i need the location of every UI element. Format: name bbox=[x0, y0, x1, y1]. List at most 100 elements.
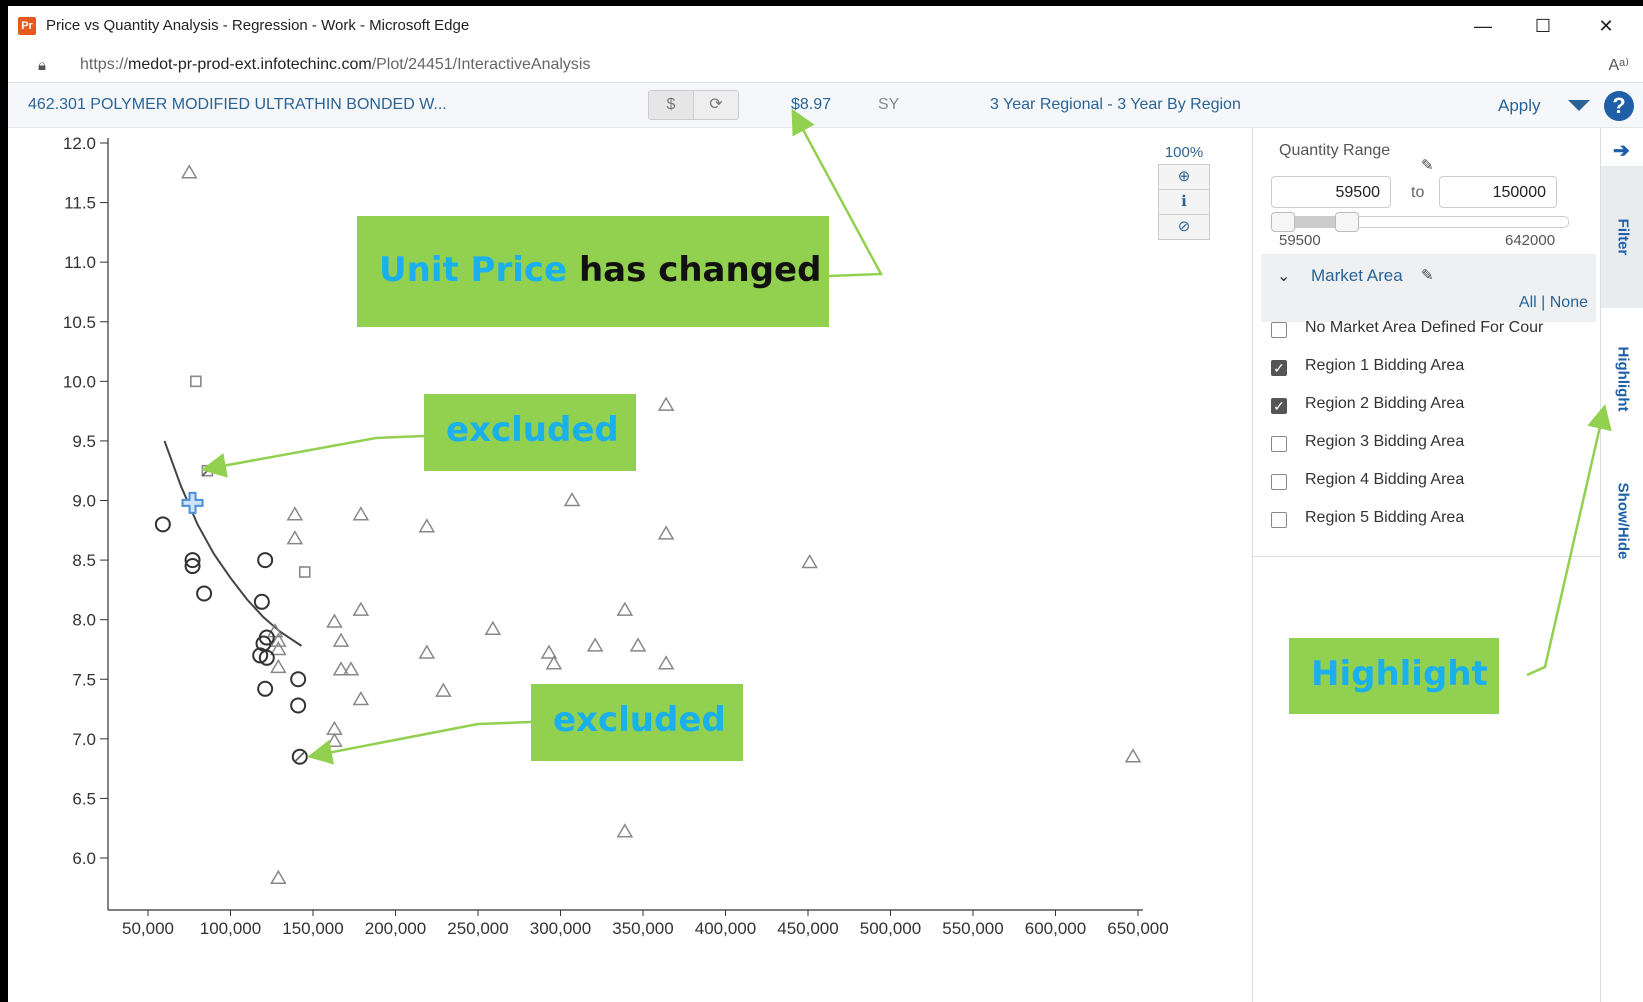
item-title[interactable]: 462.301 POLYMER MODIFIED ULTRATHIN BONDE… bbox=[28, 96, 447, 114]
quantity-min-input[interactable]: 59500 bbox=[1271, 176, 1391, 208]
excluded-callout-2: excluded bbox=[531, 684, 743, 761]
tab-filter[interactable]: Filter bbox=[1601, 166, 1643, 308]
data-point-triangle[interactable] bbox=[586, 637, 604, 652]
highlight-callout: Highlight bbox=[1289, 638, 1499, 714]
dollar-button[interactable]: $ bbox=[649, 91, 693, 119]
tab-highlight[interactable]: Highlight bbox=[1601, 308, 1643, 450]
data-point-triangle[interactable] bbox=[332, 632, 350, 647]
data-point-triangle[interactable] bbox=[435, 682, 452, 697]
info-icon[interactable]: ℹ bbox=[1158, 189, 1210, 215]
market-area-header[interactable]: ⌄ Market Area ✎ All | None bbox=[1261, 254, 1596, 322]
reset-zoom-icon[interactable]: ⊘ bbox=[1158, 214, 1210, 240]
data-point-triangle[interactable] bbox=[326, 732, 343, 747]
lock-icon[interactable]: 🔒︎ bbox=[38, 57, 46, 74]
data-point-triangle[interactable] bbox=[563, 492, 581, 507]
data-point-triangle[interactable] bbox=[657, 525, 675, 540]
slider-max-handle[interactable] bbox=[1334, 212, 1359, 232]
data-point-circle[interactable] bbox=[257, 552, 274, 569]
url-text[interactable]: https://medot-pr-prod-ext.infotechinc.co… bbox=[80, 56, 590, 74]
market-area-item[interactable]: Region 5 Bidding Area bbox=[1271, 508, 1591, 532]
data-point-triangle[interactable] bbox=[270, 869, 287, 885]
data-point-triangle[interactable] bbox=[326, 613, 343, 628]
x-tick-label: 350,000 bbox=[612, 919, 673, 938]
checkbox[interactable]: ✓ bbox=[1271, 360, 1287, 376]
data-point-triangle[interactable] bbox=[180, 164, 198, 179]
quantity-max-input[interactable]: 150000 bbox=[1439, 176, 1557, 208]
tab-show-hide[interactable]: Show/Hide bbox=[1601, 450, 1643, 592]
data-point-triangle[interactable] bbox=[286, 506, 304, 521]
data-point-triangle[interactable] bbox=[352, 506, 370, 521]
data-point-triangle[interactable] bbox=[801, 553, 818, 569]
market-area-item[interactable]: No Market Area Defined For Cour bbox=[1271, 318, 1591, 342]
data-point-triangle[interactable] bbox=[629, 637, 647, 652]
app-icon: Pr bbox=[18, 17, 36, 35]
data-point-triangle[interactable] bbox=[616, 601, 634, 616]
minimize-button[interactable]: — bbox=[1463, 12, 1503, 40]
data-point-square[interactable] bbox=[298, 566, 311, 578]
market-area-label: Region 3 Bidding Area bbox=[1305, 433, 1465, 450]
callout-text-unit-price: Unit Price bbox=[379, 250, 568, 290]
data-point-circle[interactable] bbox=[196, 585, 213, 602]
checkbox[interactable] bbox=[1271, 474, 1287, 490]
y-tick-label: 6.5 bbox=[72, 789, 96, 808]
data-point-triangle[interactable] bbox=[484, 620, 502, 635]
read-aloud-icon[interactable]: Aᵃ⁾ bbox=[1608, 55, 1629, 75]
pencil-icon[interactable]: ✎ bbox=[1421, 266, 1434, 284]
data-point-triangle[interactable] bbox=[657, 655, 675, 670]
market-area-item[interactable]: Region 3 Bidding Area bbox=[1271, 432, 1591, 456]
all-none-links[interactable]: All | None bbox=[1519, 294, 1588, 312]
market-area-item[interactable]: Region 4 Bidding Area bbox=[1271, 470, 1591, 494]
data-point-triangle[interactable] bbox=[352, 691, 370, 706]
excluded-mark[interactable] bbox=[201, 465, 213, 477]
slider-min-label: 59500 bbox=[1279, 232, 1321, 249]
zoom-in-icon[interactable]: ⊕ bbox=[1158, 164, 1210, 190]
data-point-triangle[interactable] bbox=[286, 530, 304, 545]
x-tick-label: 200,000 bbox=[365, 919, 426, 938]
help-icon[interactable]: ? bbox=[1604, 91, 1634, 121]
tab-filter-label: Filter bbox=[1614, 218, 1631, 256]
data-point-triangle[interactable] bbox=[1124, 748, 1142, 763]
market-area-item[interactable]: ✓ Region 2 Bidding Area bbox=[1271, 394, 1591, 418]
y-tick-label: 8.5 bbox=[72, 551, 96, 570]
data-point-triangle[interactable] bbox=[616, 823, 634, 838]
data-point-circle[interactable] bbox=[290, 671, 307, 688]
x-tick-label: 100,000 bbox=[200, 919, 261, 938]
data-point-circle[interactable] bbox=[257, 680, 274, 697]
app-toolbar: 462.301 POLYMER MODIFIED ULTRATHIN BONDE… bbox=[8, 83, 1643, 128]
data-point-square[interactable] bbox=[190, 375, 202, 388]
close-button[interactable]: ✕ bbox=[1586, 12, 1626, 40]
address-bar[interactable]: 🔒︎ https://medot-pr-prod-ext.infotechinc… bbox=[8, 46, 1643, 83]
checkbox[interactable] bbox=[1271, 436, 1287, 452]
y-tick-label: 9.5 bbox=[72, 432, 96, 451]
apply-button[interactable]: Apply bbox=[1498, 96, 1541, 116]
apply-dropdown-icon[interactable] bbox=[1568, 100, 1590, 111]
tab-show-hide-label: Show/Hide bbox=[1614, 482, 1631, 560]
excluded-mark[interactable] bbox=[294, 751, 306, 763]
refresh-button[interactable]: ⟳ bbox=[693, 91, 738, 119]
data-point-triangle[interactable] bbox=[332, 661, 350, 676]
market-area-label: No Market Area Defined For Cour bbox=[1305, 319, 1544, 336]
arrow-right-icon[interactable]: ➔ bbox=[1613, 138, 1630, 163]
unit-price[interactable]: $8.97 bbox=[791, 96, 831, 114]
market-area-label[interactable]: Market Area bbox=[1311, 266, 1403, 286]
chevron-down-icon[interactable]: ⌄ bbox=[1277, 266, 1290, 286]
maximize-button[interactable]: ☐ bbox=[1523, 12, 1563, 40]
data-point-circle[interactable] bbox=[290, 697, 307, 714]
checkbox[interactable]: ✓ bbox=[1271, 398, 1287, 414]
data-point-triangle[interactable] bbox=[418, 644, 436, 659]
pencil-icon[interactable]: ✎ bbox=[1421, 156, 1434, 174]
regional-selection[interactable]: 3 Year Regional - 3 Year By Region bbox=[990, 96, 1241, 114]
data-point-triangle[interactable] bbox=[270, 640, 287, 656]
side-tabs: ➔ Filter Highlight Show/Hide bbox=[1600, 128, 1643, 1002]
data-point-circle[interactable] bbox=[253, 593, 270, 610]
checkbox[interactable] bbox=[1271, 512, 1287, 528]
data-point-triangle[interactable] bbox=[657, 396, 675, 411]
data-point-circle[interactable] bbox=[154, 516, 171, 533]
data-point-triangle[interactable] bbox=[326, 720, 343, 736]
checkbox[interactable] bbox=[1271, 322, 1287, 338]
slider-min-handle[interactable] bbox=[1271, 212, 1295, 232]
data-point-triangle[interactable] bbox=[352, 601, 370, 616]
market-area-item[interactable]: ✓ Region 1 Bidding Area bbox=[1271, 356, 1591, 380]
data-point-triangle[interactable] bbox=[342, 661, 360, 676]
data-point-triangle[interactable] bbox=[418, 518, 436, 533]
